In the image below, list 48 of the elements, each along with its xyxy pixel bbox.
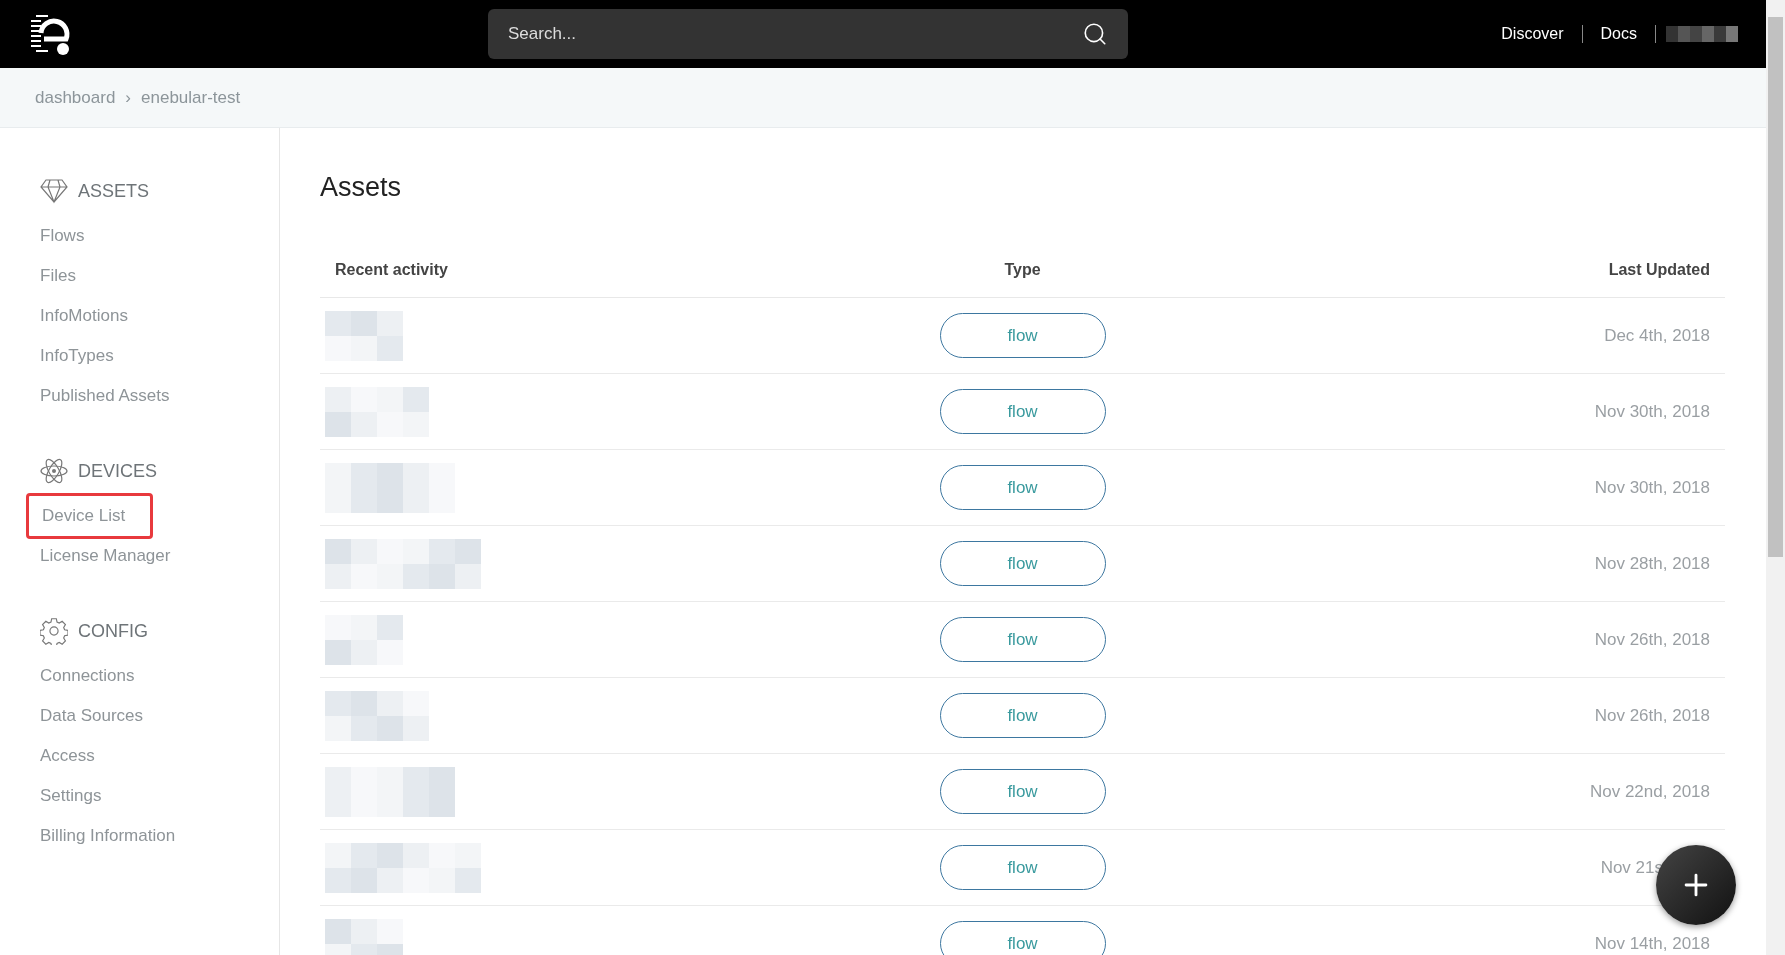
breadcrumb-separator: › (125, 87, 131, 108)
sidebar-item[interactable]: License Manager (40, 538, 171, 574)
sidebar-item[interactable]: Connections (40, 658, 135, 694)
section-title: DEVICES (78, 460, 158, 482)
search-field[interactable]: Search... (488, 9, 1128, 59)
settings-icon (40, 617, 68, 645)
date-cell-text: Dec 4th, 2018 (1604, 325, 1711, 346)
type-tag[interactable]: flow (939, 921, 1106, 955)
page-title: Assets (320, 172, 403, 203)
nav-link[interactable]: Docs (1582, 25, 1656, 43)
date-cell-text: Nov 30th, 2018 (1594, 401, 1711, 422)
breadcrumb-link[interactable]: dashboard (35, 87, 116, 108)
redacted-drawing (1666, 26, 1738, 42)
nav-link[interactable]: Discover (1483, 25, 1583, 43)
sidebar-item[interactable]: InfoMotions (40, 298, 128, 334)
column-header: Recent activity (334, 261, 449, 279)
diamond-icon (40, 178, 68, 204)
type-tag[interactable]: flow (939, 313, 1106, 358)
column-header: Type (1003, 261, 1042, 279)
breadcrumb-link[interactable]: enebular-test (141, 87, 241, 108)
date-cell-text: Nov 26th, 2018 (1594, 705, 1711, 726)
sidebar-item[interactable]: Device List (26, 493, 154, 539)
date-cell-text: Nov 26th, 2018 (1594, 629, 1711, 650)
sidebar-item[interactable]: InfoTypes (40, 338, 114, 374)
type-tag[interactable]: flow (939, 389, 1106, 434)
sidebar-item[interactable]: Access (40, 738, 95, 774)
sidebar-item[interactable]: Flows (40, 218, 85, 254)
section-title: ASSETS (78, 180, 150, 202)
section-title: CONFIG (78, 620, 148, 642)
type-tag[interactable]: flow (939, 769, 1106, 814)
search-icon[interactable] (1082, 21, 1108, 47)
date-cell-text: Nov 22nd, 2018 (1589, 781, 1711, 802)
date-cell-text: Nov 14th, 2018 (1594, 933, 1711, 954)
scrollbar[interactable] (1766, 0, 1785, 955)
type-tag[interactable]: flow (939, 845, 1106, 890)
type-tag[interactable]: flow (939, 465, 1106, 510)
sidebar-item[interactable]: Settings (40, 778, 102, 814)
type-tag[interactable]: flow (939, 693, 1106, 738)
sidebar-item[interactable]: Files (40, 258, 76, 294)
sidebar-item[interactable]: Billing Information (40, 818, 176, 854)
date-cell-text: Nov 28th, 2018 (1594, 553, 1711, 574)
sidebar-item[interactable]: Published Assets (40, 378, 170, 414)
atom-icon (40, 457, 68, 485)
date-cell-text: Nov 30th, 2018 (1594, 477, 1711, 498)
sidebar-item[interactable]: Data Sources (40, 698, 143, 734)
type-tag[interactable]: flow (939, 541, 1106, 586)
column-header: Last Updated (1607, 261, 1711, 279)
type-tag[interactable]: flow (939, 617, 1106, 662)
